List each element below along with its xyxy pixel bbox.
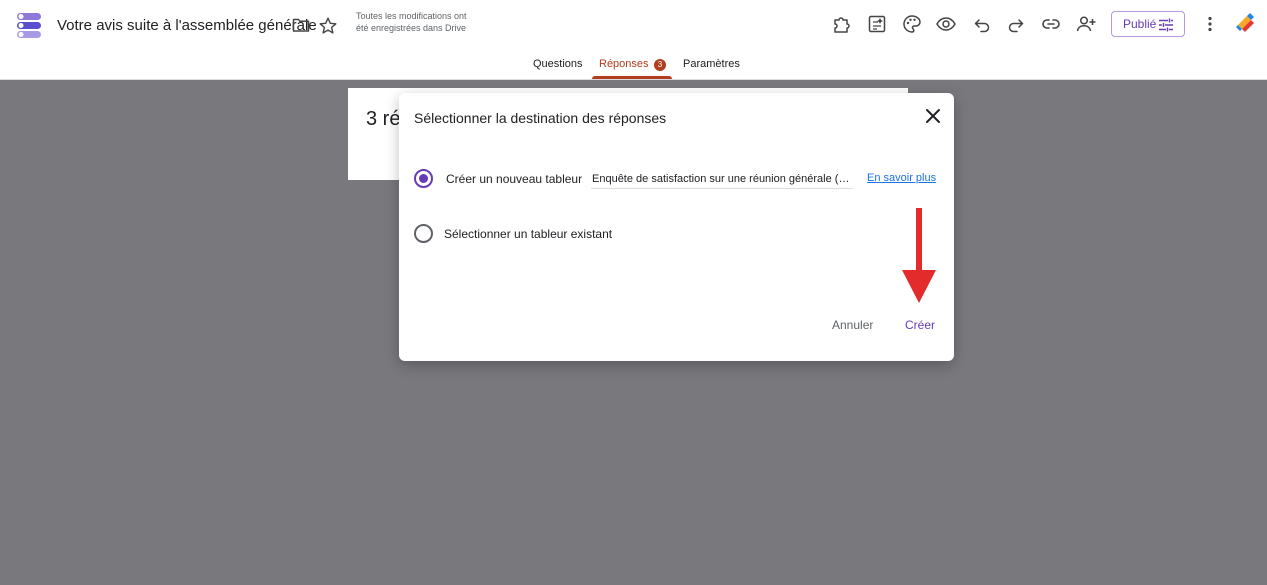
undo-icon[interactable]	[971, 13, 993, 35]
response-destination-dialog: Sélectionner la destination des réponses…	[399, 93, 954, 361]
form-tabs: Questions Réponses Paramètres	[0, 50, 1267, 80]
link-icon[interactable]	[1040, 13, 1062, 35]
star-icon[interactable]	[318, 16, 338, 36]
publish-label: Publié	[1123, 17, 1157, 31]
customize-theme-icon[interactable]	[866, 13, 888, 35]
tune-icon	[1159, 18, 1173, 32]
create-button[interactable]: Créer	[905, 318, 935, 332]
close-icon[interactable]	[923, 106, 943, 126]
save-status: Toutes les modifications ont été enregis…	[356, 11, 467, 33]
existing-spreadsheet-radio[interactable]	[414, 224, 433, 243]
annotation-arrow-icon	[902, 208, 936, 303]
responses-summary-title: 3 ré	[366, 108, 401, 130]
palette-icon[interactable]	[901, 13, 923, 35]
extension-logo[interactable]	[1234, 12, 1258, 36]
addons-icon[interactable]	[831, 13, 853, 35]
responses-count-badge: 3	[654, 59, 666, 71]
tab-responses[interactable]: Réponses	[599, 58, 649, 70]
redo-icon[interactable]	[1005, 13, 1027, 35]
new-spreadsheet-label[interactable]: Créer un nouveau tableur	[446, 172, 582, 186]
dialog-title: Sélectionner la destination des réponses	[414, 110, 667, 126]
preview-icon[interactable]	[935, 13, 957, 35]
cancel-button[interactable]: Annuler	[832, 318, 873, 332]
add-collaborator-icon[interactable]	[1075, 13, 1097, 35]
tab-questions[interactable]: Questions	[533, 58, 583, 70]
learn-more-link[interactable]: En savoir plus	[867, 172, 936, 184]
document-title[interactable]: Votre avis suite à l'assemblée générale	[57, 17, 317, 34]
active-tab-indicator	[592, 76, 672, 79]
new-spreadsheet-radio[interactable]	[414, 169, 433, 188]
app-header: Votre avis suite à l'assemblée générale …	[0, 0, 1267, 50]
publish-button[interactable]: Publié	[1111, 11, 1185, 37]
tab-settings[interactable]: Paramètres	[683, 58, 740, 70]
more-vert-icon[interactable]	[1200, 14, 1220, 34]
new-spreadsheet-name-input[interactable]	[591, 169, 853, 189]
folder-icon[interactable]	[292, 17, 310, 33]
existing-spreadsheet-label[interactable]: Sélectionner un tableur existant	[444, 227, 612, 241]
forms-logo[interactable]	[15, 12, 43, 38]
